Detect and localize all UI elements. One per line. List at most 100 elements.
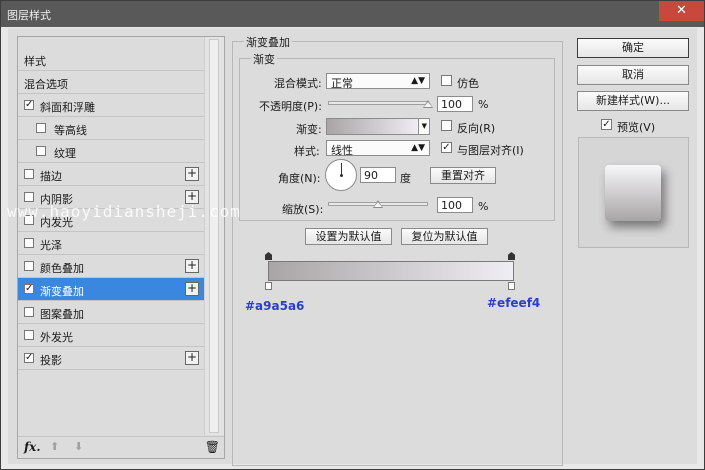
opacity-slider[interactable] bbox=[328, 101, 428, 105]
section-title: 渐变叠加 bbox=[244, 34, 292, 50]
style-select[interactable]: 线性 ▲▼ bbox=[326, 140, 430, 157]
degree-label: 度 bbox=[400, 172, 411, 185]
scrollbar-thumb[interactable] bbox=[209, 39, 219, 433]
blend-mode-select[interactable]: 正常 ▲▼ bbox=[326, 73, 430, 90]
style-list-item-label: 外发光 bbox=[40, 331, 73, 344]
style-checkbox[interactable] bbox=[24, 169, 34, 179]
ok-button[interactable]: 确定 bbox=[577, 38, 689, 58]
reverse-label: 反向(R) bbox=[457, 122, 496, 135]
preview-checkbox[interactable]: ✓ bbox=[601, 119, 612, 130]
chevron-updown-icon: ▲▼ bbox=[411, 143, 425, 153]
chevron-updown-icon: ▲▼ bbox=[411, 76, 425, 86]
style-list-item-label: 图案叠加 bbox=[40, 308, 84, 321]
style-checkbox[interactable] bbox=[36, 123, 46, 133]
style-checkbox[interactable] bbox=[36, 146, 46, 156]
style-list-item-label: 投影 bbox=[40, 354, 62, 367]
fx-icon[interactable]: fx. bbox=[24, 440, 41, 454]
align-with-layer-label: 与图层对齐(I) bbox=[457, 144, 524, 157]
style-list-item-label: 渐变叠加 bbox=[40, 285, 84, 298]
end-color-label: #efeef4 bbox=[487, 296, 541, 310]
style-list-item-label: 颜色叠加 bbox=[40, 262, 84, 275]
opacity-label: 不透明度(P): bbox=[259, 100, 322, 113]
add-effect-icon[interactable]: + bbox=[185, 167, 199, 181]
gradient-preview-bar[interactable] bbox=[268, 261, 514, 281]
watermark: www.haoyidiansheji.com bbox=[7, 202, 241, 221]
style-list-item-label: 光泽 bbox=[40, 239, 62, 252]
style-checkbox[interactable] bbox=[24, 238, 34, 248]
angle-label: 角度(N): bbox=[278, 172, 321, 185]
scale-percent: % bbox=[478, 200, 489, 213]
reset-default-button[interactable]: 复位为默认值 bbox=[401, 228, 488, 245]
opacity-input[interactable]: 100 bbox=[437, 96, 473, 112]
style-list-item[interactable]: ✓ 渐变叠加 + bbox=[18, 278, 204, 301]
style-list-item[interactable]: 混合选项 bbox=[18, 71, 204, 94]
color-stop-right[interactable] bbox=[508, 282, 515, 290]
style-checkbox[interactable] bbox=[24, 330, 34, 340]
style-checkbox[interactable]: ✓ bbox=[24, 353, 34, 363]
styles-list-footer: fx. ⬆ ⬇ 🗑 bbox=[18, 436, 224, 458]
style-list-item-label: 斜面和浮雕 bbox=[40, 101, 95, 114]
style-list-item-label: 样式 bbox=[24, 55, 46, 68]
add-effect-icon[interactable]: + bbox=[185, 351, 199, 365]
cancel-button[interactable]: 取消 bbox=[577, 65, 689, 85]
style-preview bbox=[578, 137, 689, 248]
reverse-checkbox[interactable] bbox=[441, 120, 452, 131]
style-list-item-label: 描边 bbox=[40, 170, 62, 183]
angle-input[interactable]: 90 bbox=[360, 167, 396, 183]
move-down-icon[interactable]: ⬇ bbox=[74, 440, 83, 453]
chevron-down-icon: ▼ bbox=[421, 122, 427, 130]
angle-center bbox=[340, 174, 343, 177]
scale-slider-handle[interactable] bbox=[373, 200, 383, 208]
align-with-layer-checkbox[interactable]: ✓ bbox=[441, 142, 452, 153]
style-checkbox[interactable] bbox=[24, 192, 34, 202]
set-default-button[interactable]: 设置为默认值 bbox=[305, 228, 392, 245]
subgroup-title: 渐变 bbox=[251, 51, 277, 67]
reset-align-button[interactable]: 重置对齐 bbox=[430, 167, 496, 184]
gradient-picker[interactable] bbox=[326, 118, 420, 135]
style-list-item[interactable]: ✓ 斜面和浮雕 bbox=[18, 94, 204, 117]
style-checkbox[interactable]: ✓ bbox=[24, 284, 34, 294]
color-stop-left[interactable] bbox=[265, 282, 272, 290]
scale-label: 缩放(S): bbox=[282, 203, 324, 216]
style-list-item-label: 混合选项 bbox=[24, 78, 68, 91]
preview-thumbnail bbox=[605, 165, 661, 221]
new-style-button[interactable]: 新建样式(W)... bbox=[577, 91, 689, 111]
style-list-item[interactable]: 光泽 bbox=[18, 232, 204, 255]
dialog-title: 图层样式 bbox=[7, 9, 51, 22]
style-checkbox[interactable]: ✓ bbox=[24, 100, 34, 110]
style-list-item[interactable]: 颜色叠加 + bbox=[18, 255, 204, 278]
style-list-item-label: 等高线 bbox=[54, 124, 87, 137]
style-list-item[interactable]: 描边 + bbox=[18, 163, 204, 186]
styles-list: 样式 混合选项 ✓ 斜面和浮雕 等高线 纹理 描边 + 内阴影 + 内发光 光泽 颜色叠加 + ✓ 渐变叠加 +… bbox=[17, 36, 225, 459]
style-list-item-label: 纹理 bbox=[54, 147, 76, 160]
style-list-item[interactable]: 等高线 bbox=[18, 117, 204, 140]
opacity-percent: % bbox=[478, 98, 489, 111]
dialog-client: 样式 混合选项 ✓ 斜面和浮雕 等高线 纹理 描边 + 内阴影 + 内发光 光泽 颜色叠加 + ✓ 渐变叠加 +… bbox=[8, 28, 697, 466]
style-list-item[interactable]: 样式 bbox=[18, 48, 204, 71]
title-bar: 图层样式 ✕ bbox=[1, 1, 704, 27]
add-effect-icon[interactable]: + bbox=[185, 259, 199, 273]
move-up-icon[interactable]: ⬆ bbox=[50, 440, 59, 453]
preview-label: 预览(V) bbox=[617, 121, 656, 134]
style-list-item[interactable]: ✓ 投影 + bbox=[18, 347, 204, 370]
styles-list-scrollbar[interactable] bbox=[204, 37, 224, 435]
style-label: 样式: bbox=[294, 145, 320, 158]
dither-checkbox[interactable] bbox=[441, 75, 452, 86]
blend-mode-label: 混合模式: bbox=[274, 77, 322, 90]
start-color-label: #a9a5a6 bbox=[245, 299, 305, 313]
gradient-dropdown[interactable]: ▼ bbox=[418, 118, 430, 135]
style-checkbox[interactable] bbox=[24, 261, 34, 271]
close-icon[interactable]: ✕ bbox=[659, 1, 704, 21]
style-list-item[interactable]: 纹理 bbox=[18, 140, 204, 163]
dither-label: 仿色 bbox=[457, 77, 479, 90]
trash-icon[interactable]: 🗑 bbox=[205, 440, 220, 454]
scale-input[interactable]: 100 bbox=[437, 197, 473, 213]
style-list-item[interactable]: 图案叠加 bbox=[18, 301, 204, 324]
style-list-item[interactable]: 外发光 bbox=[18, 324, 204, 347]
layer-style-dialog: 图层样式 ✕ 样式 混合选项 ✓ 斜面和浮雕 等高线 纹理 描边 + 内阴影 + 内发光 光泽 颜色叠加… bbox=[0, 0, 705, 470]
angle-dial[interactable] bbox=[325, 159, 357, 191]
add-effect-icon[interactable]: + bbox=[185, 282, 199, 296]
opacity-slider-handle[interactable] bbox=[423, 100, 433, 108]
gradient-label: 渐变: bbox=[296, 123, 322, 136]
style-checkbox[interactable] bbox=[24, 307, 34, 317]
